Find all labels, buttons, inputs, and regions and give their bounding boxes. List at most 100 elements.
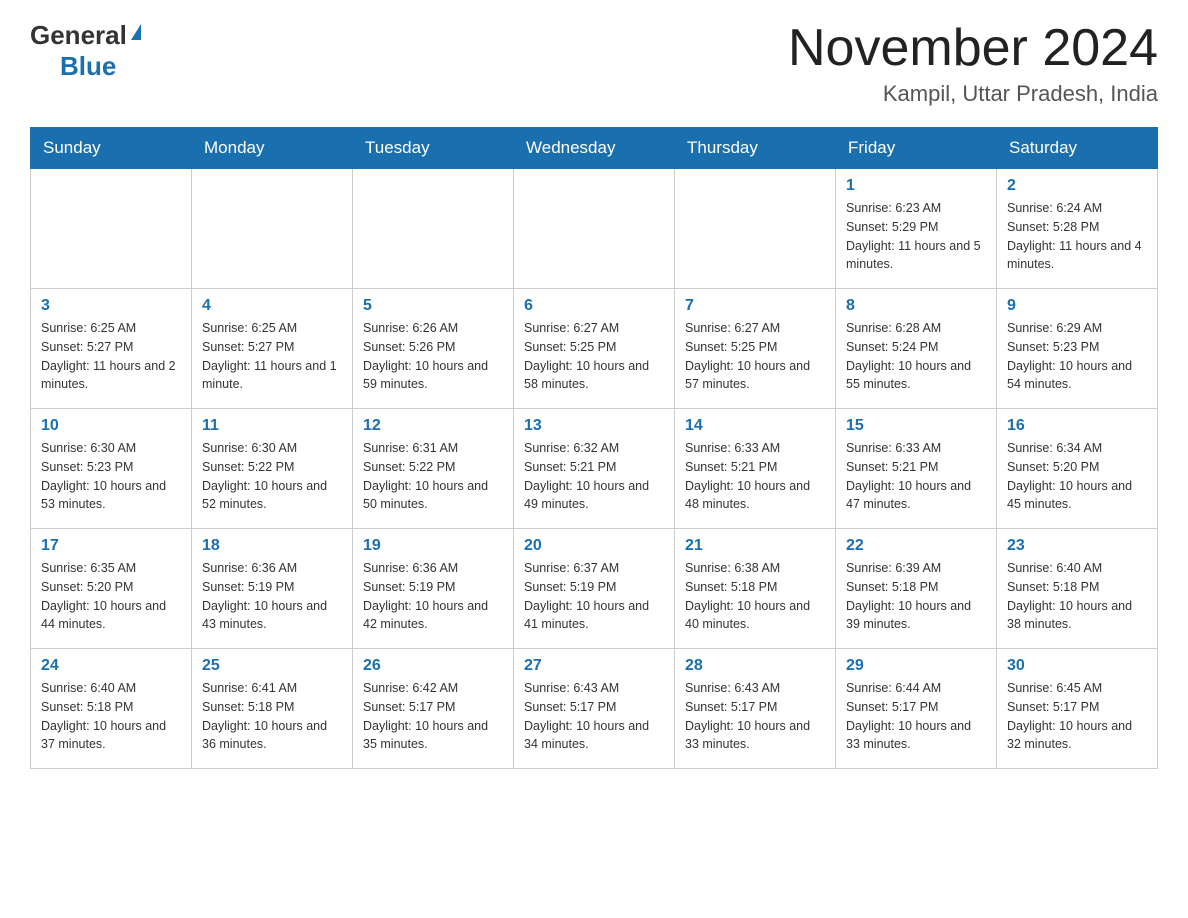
calendar-cell: 26 Sunrise: 6:42 AM Sunset: 5:17 PM Dayli…	[353, 649, 514, 769]
day-info: Sunrise: 6:29 AM Sunset: 5:23 PM Dayligh…	[1007, 319, 1147, 394]
day-number: 1	[846, 177, 986, 195]
day-info: Sunrise: 6:40 AM Sunset: 5:18 PM Dayligh…	[1007, 559, 1147, 634]
calendar-cell: 29 Sunrise: 6:44 AM Sunset: 5:17 PM Dayli…	[836, 649, 997, 769]
day-info: Sunrise: 6:27 AM Sunset: 5:25 PM Dayligh…	[685, 319, 825, 394]
calendar-cell: 19 Sunrise: 6:36 AM Sunset: 5:19 PM Dayli…	[353, 529, 514, 649]
location-title: Kampil, Uttar Pradesh, India	[788, 81, 1158, 107]
week-row: 10 Sunrise: 6:30 AM Sunset: 5:23 PM Dayli…	[31, 409, 1158, 529]
calendar-cell	[31, 169, 192, 289]
day-of-week-header: Monday	[192, 128, 353, 169]
day-number: 23	[1007, 537, 1147, 555]
day-number: 29	[846, 657, 986, 675]
day-number: 19	[363, 537, 503, 555]
calendar-cell: 6 Sunrise: 6:27 AM Sunset: 5:25 PM Daylig…	[514, 289, 675, 409]
calendar-cell: 14Sunrise: 6:33 AM Sunset: 5:21 PM Dayli…	[675, 409, 836, 529]
calendar-cell: 25 Sunrise: 6:41 AM Sunset: 5:18 PM Dayli…	[192, 649, 353, 769]
calendar-cell: 15Sunrise: 6:33 AM Sunset: 5:21 PM Dayli…	[836, 409, 997, 529]
day-info: Sunrise: 6:36 AM Sunset: 5:19 PM Dayligh…	[363, 559, 503, 634]
day-number: 9	[1007, 297, 1147, 315]
day-number: 26	[363, 657, 503, 675]
week-row: 3 Sunrise: 6:25 AM Sunset: 5:27 PM Daylig…	[31, 289, 1158, 409]
day-number: 25	[202, 657, 342, 675]
calendar-cell: 12Sunrise: 6:31 AM Sunset: 5:22 PM Dayli…	[353, 409, 514, 529]
day-number: 2	[1007, 177, 1147, 195]
day-number: 11	[202, 417, 342, 435]
day-number: 24	[41, 657, 181, 675]
day-info: Sunrise: 6:37 AM Sunset: 5:19 PM Dayligh…	[524, 559, 664, 634]
calendar-cell: 7 Sunrise: 6:27 AM Sunset: 5:25 PM Daylig…	[675, 289, 836, 409]
calendar-cell: 9 Sunrise: 6:29 AM Sunset: 5:23 PM Daylig…	[997, 289, 1158, 409]
day-number: 16	[1007, 417, 1147, 435]
day-info: Sunrise: 6:23 AM Sunset: 5:29 PM Dayligh…	[846, 199, 986, 274]
day-number: 30	[1007, 657, 1147, 675]
logo-triangle-icon	[131, 24, 141, 40]
calendar-cell: 10 Sunrise: 6:30 AM Sunset: 5:23 PM Dayli…	[31, 409, 192, 529]
day-info: Sunrise: 6:41 AM Sunset: 5:18 PM Dayligh…	[202, 679, 342, 754]
day-number: 12	[363, 417, 503, 435]
page-header: General Blue November 2024 Kampil, Uttar…	[30, 20, 1158, 107]
calendar-cell: 3 Sunrise: 6:25 AM Sunset: 5:27 PM Daylig…	[31, 289, 192, 409]
week-row: 17 Sunrise: 6:35 AM Sunset: 5:20 PM Dayli…	[31, 529, 1158, 649]
day-of-week-header: Sunday	[31, 128, 192, 169]
day-number: 18	[202, 537, 342, 555]
day-info: Sunrise: 6:43 AM Sunset: 5:17 PM Dayligh…	[524, 679, 664, 754]
calendar-cell: 20Sunrise: 6:37 AM Sunset: 5:19 PM Dayli…	[514, 529, 675, 649]
calendar-cell: 2Sunrise: 6:24 AM Sunset: 5:28 PM Daylig…	[997, 169, 1158, 289]
day-info: Sunrise: 6:28 AM Sunset: 5:24 PM Dayligh…	[846, 319, 986, 394]
calendar-cell: 17 Sunrise: 6:35 AM Sunset: 5:20 PM Dayli…	[31, 529, 192, 649]
day-info: Sunrise: 6:25 AM Sunset: 5:27 PM Dayligh…	[41, 319, 181, 394]
calendar-cell: 18 Sunrise: 6:36 AM Sunset: 5:19 PM Dayli…	[192, 529, 353, 649]
day-info: Sunrise: 6:45 AM Sunset: 5:17 PM Dayligh…	[1007, 679, 1147, 754]
day-info: Sunrise: 6:44 AM Sunset: 5:17 PM Dayligh…	[846, 679, 986, 754]
calendar-cell: 4Sunrise: 6:25 AM Sunset: 5:27 PM Daylig…	[192, 289, 353, 409]
calendar-cell	[192, 169, 353, 289]
title-area: November 2024 Kampil, Uttar Pradesh, Ind…	[788, 20, 1158, 107]
day-number: 10	[41, 417, 181, 435]
calendar-cell	[514, 169, 675, 289]
day-info: Sunrise: 6:42 AM Sunset: 5:17 PM Dayligh…	[363, 679, 503, 754]
day-of-week-header: Wednesday	[514, 128, 675, 169]
day-number: 14	[685, 417, 825, 435]
day-of-week-header: Saturday	[997, 128, 1158, 169]
day-number: 13	[524, 417, 664, 435]
day-info: Sunrise: 6:43 AM Sunset: 5:17 PM Dayligh…	[685, 679, 825, 754]
day-info: Sunrise: 6:26 AM Sunset: 5:26 PM Dayligh…	[363, 319, 503, 394]
day-info: Sunrise: 6:39 AM Sunset: 5:18 PM Dayligh…	[846, 559, 986, 634]
day-number: 27	[524, 657, 664, 675]
day-info: Sunrise: 6:34 AM Sunset: 5:20 PM Dayligh…	[1007, 439, 1147, 514]
day-info: Sunrise: 6:36 AM Sunset: 5:19 PM Dayligh…	[202, 559, 342, 634]
day-info: Sunrise: 6:40 AM Sunset: 5:18 PM Dayligh…	[41, 679, 181, 754]
calendar-cell: 22Sunrise: 6:39 AM Sunset: 5:18 PM Dayli…	[836, 529, 997, 649]
calendar-cell: 8 Sunrise: 6:28 AM Sunset: 5:24 PM Daylig…	[836, 289, 997, 409]
day-info: Sunrise: 6:27 AM Sunset: 5:25 PM Dayligh…	[524, 319, 664, 394]
day-number: 3	[41, 297, 181, 315]
calendar-cell: 30 Sunrise: 6:45 AM Sunset: 5:17 PM Dayli…	[997, 649, 1158, 769]
day-of-week-header: Tuesday	[353, 128, 514, 169]
calendar-cell: 13 Sunrise: 6:32 AM Sunset: 5:21 PM Dayli…	[514, 409, 675, 529]
calendar-cell: 23 Sunrise: 6:40 AM Sunset: 5:18 PM Dayli…	[997, 529, 1158, 649]
calendar-header-row: SundayMondayTuesdayWednesdayThursdayFrid…	[31, 128, 1158, 169]
day-number: 17	[41, 537, 181, 555]
calendar-cell	[353, 169, 514, 289]
day-info: Sunrise: 6:30 AM Sunset: 5:23 PM Dayligh…	[41, 439, 181, 514]
day-info: Sunrise: 6:32 AM Sunset: 5:21 PM Dayligh…	[524, 439, 664, 514]
calendar-cell: 24 Sunrise: 6:40 AM Sunset: 5:18 PM Dayli…	[31, 649, 192, 769]
day-number: 6	[524, 297, 664, 315]
calendar-cell: 16 Sunrise: 6:34 AM Sunset: 5:20 PM Dayli…	[997, 409, 1158, 529]
day-number: 7	[685, 297, 825, 315]
calendar-cell: 27 Sunrise: 6:43 AM Sunset: 5:17 PM Dayli…	[514, 649, 675, 769]
day-number: 28	[685, 657, 825, 675]
week-row: 1 Sunrise: 6:23 AM Sunset: 5:29 PM Daylig…	[31, 169, 1158, 289]
day-of-week-header: Thursday	[675, 128, 836, 169]
day-number: 5	[363, 297, 503, 315]
logo: General Blue	[30, 20, 141, 82]
day-of-week-header: Friday	[836, 128, 997, 169]
day-number: 15	[846, 417, 986, 435]
calendar-cell: 11 Sunrise: 6:30 AM Sunset: 5:22 PM Dayli…	[192, 409, 353, 529]
calendar-table: SundayMondayTuesdayWednesdayThursdayFrid…	[30, 127, 1158, 769]
calendar-cell: 1 Sunrise: 6:23 AM Sunset: 5:29 PM Daylig…	[836, 169, 997, 289]
day-number: 8	[846, 297, 986, 315]
day-info: Sunrise: 6:35 AM Sunset: 5:20 PM Dayligh…	[41, 559, 181, 634]
day-info: Sunrise: 6:30 AM Sunset: 5:22 PM Dayligh…	[202, 439, 342, 514]
logo-blue-text: Blue	[60, 51, 116, 81]
